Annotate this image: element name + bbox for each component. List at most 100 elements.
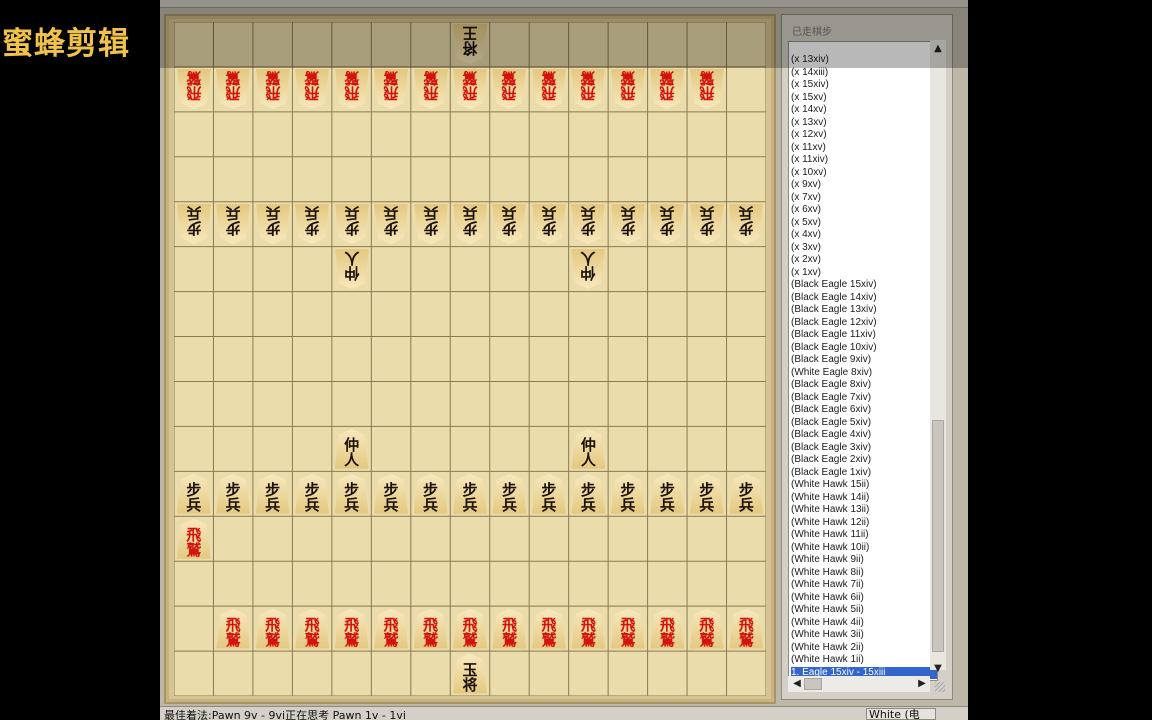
board-piece[interactable]: 步兵 (453, 204, 487, 244)
board-piece[interactable]: 玉将 (453, 653, 487, 694)
move-list-item[interactable]: (White Hawk 3ii) (791, 629, 937, 642)
move-list-item[interactable]: (x 15xiv) (791, 79, 937, 92)
board-piece[interactable]: 步兵 (295, 204, 329, 244)
board-piece[interactable]: 步兵 (492, 473, 527, 514)
board-piece[interactable]: 步兵 (729, 473, 764, 514)
move-list-item[interactable]: (x 9xv) (791, 179, 937, 192)
board-piece[interactable]: 步兵 (413, 473, 448, 514)
board-piece[interactable]: 飛鷲 (690, 69, 724, 109)
move-list-item[interactable]: (White Hawk 6ii) (791, 592, 937, 605)
board-piece[interactable]: 飛鷲 (531, 608, 566, 649)
move-list-item[interactable]: (Black Eagle 12xiv) (791, 317, 937, 330)
board-piece[interactable]: 步兵 (571, 473, 606, 514)
move-list[interactable]: (x 13xiv) (x 14xiii) (x 15xiv) (x 15xv) (x 1… (788, 41, 938, 681)
board-piece[interactable]: 飛鷲 (571, 69, 605, 109)
scroll-up-icon[interactable]: ▲ (931, 42, 945, 56)
board-piece[interactable]: 步兵 (295, 473, 330, 514)
move-list-item[interactable]: (White Hawk 15ii) (791, 479, 937, 492)
move-list-item[interactable]: (Black Eagle 15xiv) (791, 279, 937, 292)
board-piece[interactable]: 飛鷲 (729, 608, 764, 649)
board-piece[interactable]: 飛鷲 (413, 608, 448, 649)
move-list-item[interactable]: (White Eagle 8xiv) (791, 367, 937, 380)
move-list-item[interactable]: (x 14xiii) (791, 67, 937, 80)
board-piece[interactable]: 步兵 (335, 204, 369, 244)
board-piece[interactable]: 步兵 (374, 204, 408, 244)
board-piece[interactable]: 飛鷲 (492, 69, 526, 109)
board-piece[interactable]: 仲人 (571, 428, 606, 469)
board-piece[interactable]: 步兵 (650, 473, 685, 514)
board-piece[interactable]: 飛鷲 (177, 69, 211, 109)
board-piece[interactable]: 仲人 (334, 428, 369, 469)
move-list-item[interactable]: (White Hawk 4ii) (791, 617, 937, 630)
move-list-item[interactable]: (x 1xv) (791, 267, 937, 280)
board-piece[interactable]: 步兵 (690, 204, 724, 244)
board-piece[interactable]: 飛鷲 (374, 608, 409, 649)
board-piece[interactable]: 飛鷲 (689, 608, 724, 649)
move-list-item[interactable]: (x 3xv) (791, 242, 937, 255)
game-board[interactable]: 将王飛鷲飛鷲飛鷲飛鷲飛鷲飛鷲飛鷲飛鷲飛鷲飛鷲飛鷲飛鷲飛鷲飛鷲步兵步兵步兵步兵步兵… (174, 22, 766, 696)
move-list-item[interactable]: (x 13xiv) (791, 54, 937, 67)
board-piece[interactable]: 仲人 (335, 249, 369, 289)
board-piece[interactable]: 飛鷲 (532, 69, 566, 109)
move-list-item[interactable]: (x 13xv) (791, 117, 937, 130)
board-piece[interactable]: 飛鷲 (335, 69, 369, 109)
board-piece[interactable]: 步兵 (532, 204, 566, 244)
board-piece[interactable]: 飛鷲 (176, 518, 211, 559)
move-list-item[interactable]: (White Hawk 1ii) (791, 654, 937, 667)
board-piece[interactable]: 步兵 (334, 473, 369, 514)
move-list-item[interactable]: (x 5xv) (791, 217, 937, 230)
board-piece[interactable]: 步兵 (650, 204, 684, 244)
board-piece[interactable]: 步兵 (177, 204, 211, 244)
move-list-item[interactable]: (Black Eagle 1xiv) (791, 467, 937, 480)
board-piece[interactable]: 步兵 (453, 473, 487, 514)
board-piece[interactable]: 步兵 (689, 473, 724, 514)
board-piece[interactable]: 飛鷲 (650, 69, 684, 109)
board-piece[interactable]: 步兵 (611, 204, 645, 244)
move-list-item[interactable]: (x 14xv) (791, 104, 937, 117)
move-list-item[interactable]: (White Hawk 10ii) (791, 542, 937, 555)
move-list-item[interactable]: (White Hawk 8ii) (791, 567, 937, 580)
board-piece[interactable]: 将王 (453, 24, 487, 64)
move-list-item[interactable]: (White Hawk 12ii) (791, 517, 937, 530)
board-piece[interactable]: 飛鷲 (256, 69, 290, 109)
board-piece[interactable]: 飛鷲 (650, 608, 685, 649)
move-list-item[interactable]: (x 15xv) (791, 92, 937, 105)
board-piece[interactable]: 仲人 (571, 249, 605, 289)
board-piece[interactable]: 飛鷲 (414, 69, 448, 109)
move-list-item[interactable]: (Black Eagle 7xiv) (791, 392, 937, 405)
board-piece[interactable]: 飛鷲 (610, 608, 645, 649)
move-list-item[interactable]: (Black Eagle 8xiv) (791, 379, 937, 392)
board-piece[interactable]: 步兵 (531, 473, 566, 514)
move-list-item[interactable]: (Black Eagle 10xiv) (791, 342, 937, 355)
board-piece[interactable]: 飛鷲 (453, 69, 487, 109)
move-list-item[interactable]: (Black Eagle 4xiv) (791, 429, 937, 442)
board-piece[interactable]: 飛鷲 (255, 608, 290, 649)
board-piece[interactable]: 飛鷲 (216, 608, 251, 649)
board-piece[interactable]: 飛鷲 (611, 69, 645, 109)
board-piece[interactable]: 飛鷲 (571, 608, 606, 649)
board-piece[interactable]: 飛鷲 (334, 608, 369, 649)
board-piece[interactable]: 步兵 (255, 473, 290, 514)
board-piece[interactable]: 步兵 (374, 473, 409, 514)
move-list-item[interactable]: (x 12xv) (791, 129, 937, 142)
board-piece[interactable]: 步兵 (610, 473, 645, 514)
move-list-item[interactable]: (Black Eagle 9xiv) (791, 354, 937, 367)
board-piece[interactable]: 飛鷲 (295, 69, 329, 109)
move-list-item[interactable]: (x 2xv) (791, 254, 937, 267)
vertical-scroll-thumb[interactable] (932, 420, 944, 652)
move-list-item[interactable]: (Black Eagle 11xiv) (791, 329, 937, 342)
move-list-item[interactable]: (Black Eagle 2xiv) (791, 454, 937, 467)
board-piece[interactable]: 步兵 (571, 204, 605, 244)
move-list-item[interactable]: (x 6xv) (791, 204, 937, 217)
move-list-item[interactable]: (x 11xiv) (791, 154, 937, 167)
move-list-item[interactable]: (White Hawk 14ii) (791, 492, 937, 505)
resize-grip-icon[interactable] (935, 682, 945, 692)
board-piece[interactable]: 飛鷲 (295, 608, 330, 649)
move-list-item[interactable]: (White Hawk 7ii) (791, 579, 937, 592)
board-piece[interactable]: 步兵 (414, 204, 448, 244)
board-piece[interactable]: 飛鷲 (492, 608, 527, 649)
move-list-item[interactable]: (x 4xv) (791, 229, 937, 242)
board-piece[interactable]: 步兵 (176, 473, 211, 514)
move-list-item[interactable]: (Black Eagle 13xiv) (791, 304, 937, 317)
move-list-item[interactable]: (x 10xv) (791, 167, 937, 180)
